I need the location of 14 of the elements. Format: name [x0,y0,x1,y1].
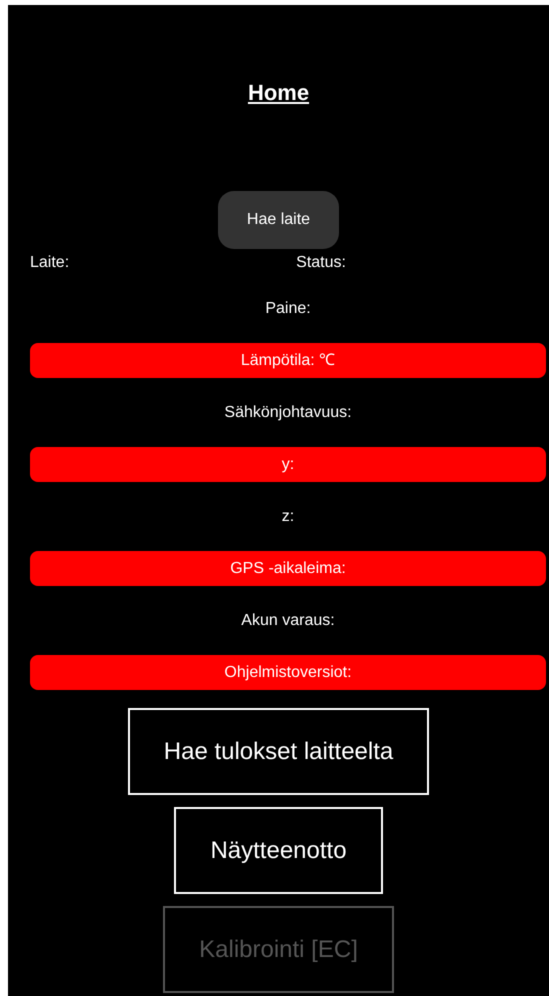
reading-label: Sähkönjohtavuus: [223,402,353,422]
reading-bar: GPS -aikaleima: [30,551,546,586]
status-label: Status: [296,254,346,272]
reading-label: z: [280,506,296,526]
action-button[interactable]: Hae tulokset laitteelta [128,708,430,795]
action-button[interactable]: Näytteenotto [174,807,383,894]
device-label: Laite: [30,254,70,272]
reading-bar: y: [30,447,546,482]
reading-bar: Lämpötila: ℃ [30,343,546,378]
page-title: Home [248,79,310,107]
reading-bar: Ohjelmistoversiot: [30,655,546,690]
find-device-button[interactable]: Hae laite [218,191,339,249]
reading-label: Paine: [264,298,312,318]
reading-label: Akun varaus: [240,610,336,630]
